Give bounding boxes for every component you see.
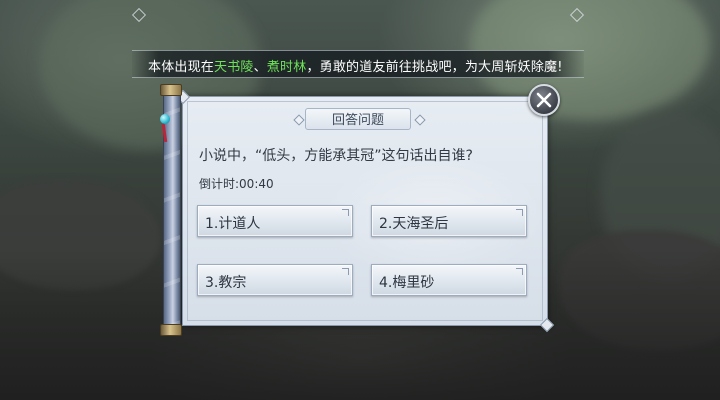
scroll-rod-cap-bottom (160, 324, 182, 336)
answer-option-2[interactable]: 2.天海圣后 (371, 205, 527, 237)
scroll-rod-body (163, 94, 181, 326)
button-corner-ornament (516, 268, 523, 275)
dialog-title-plate: 回答问题 (305, 108, 411, 130)
announcement-banner: 本体出现在天书陵、煮时林，勇敢的道友前往挑战吧，为大周斩妖除魔! (132, 50, 584, 78)
button-corner-ornament (516, 209, 523, 216)
announcement-text: 本体出现在天书陵、煮时林，勇敢的道友前往挑战吧，为大周斩妖除魔! (148, 56, 563, 75)
scroll-rod (160, 84, 182, 336)
title-ornament-right (414, 114, 426, 126)
quiz-dialog: 回答问题 小说中，“低头，方能承其冠”这句话出自谁? 倒计时:00:40 1.计… (175, 89, 555, 333)
question-text: 小说中，“低头，方能承其冠”这句话出自谁? (199, 148, 473, 164)
answer-option-3[interactable]: 3.教宗 (197, 264, 353, 296)
game-screen: 本体出现在天书陵、煮时林，勇敢的道友前往挑战吧，为大周斩妖除魔! 回答问题 小说… (0, 0, 720, 400)
announcement-text-segment: 、 (253, 60, 267, 75)
announcement-location-name: 煮时林 (266, 60, 307, 75)
answer-label: 2.天海圣后 (379, 216, 449, 232)
scroll-rod-cap-top (160, 84, 182, 96)
announcement-text-segment: 本体出现在 (148, 60, 215, 75)
announcement-text-segment: ，勇敢的道友前往挑战吧，为大周斩妖除魔! (306, 60, 563, 75)
dialog-title: 回答问题 (331, 113, 384, 128)
announcement-location-name: 天书陵 (214, 60, 254, 75)
jade-bead-icon (160, 114, 170, 124)
close-icon (536, 92, 552, 108)
answer-label: 3.教宗 (205, 275, 247, 291)
countdown-label: 倒计时: (199, 177, 240, 191)
answer-label: 4.梅里砂 (379, 275, 435, 291)
close-button[interactable] (528, 84, 560, 116)
button-corner-ornament (342, 209, 349, 216)
countdown-timer: 倒计时:00:40 (199, 175, 274, 192)
button-corner-ornament (342, 268, 349, 275)
answer-option-4[interactable]: 4.梅里砂 (371, 264, 527, 296)
answer-option-1[interactable]: 1.计道人 (197, 205, 353, 237)
title-ornament-left (293, 114, 305, 126)
countdown-value: 00:40 (239, 177, 274, 191)
answer-label: 1.计道人 (205, 216, 261, 232)
